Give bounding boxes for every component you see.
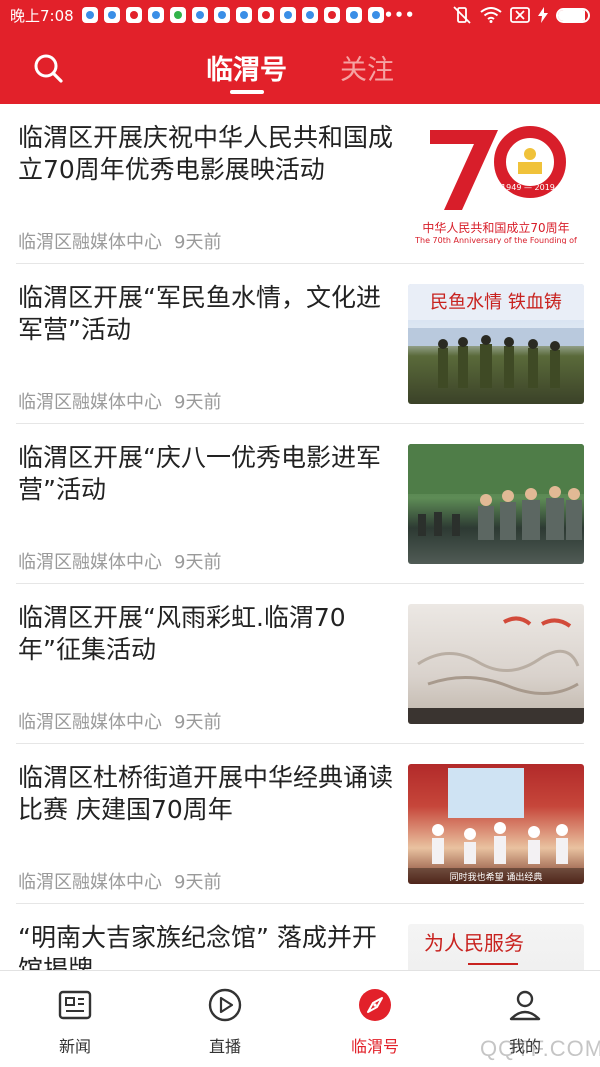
- nav-item-linwei-hao[interactable]: 临渭号: [300, 971, 450, 1067]
- app-notification-icon: [345, 7, 362, 23]
- active-tab-indicator: [230, 90, 264, 94]
- status-bar: 晚上7:08 •••: [0, 0, 600, 30]
- item-title: 临渭区开展“庆八一优秀电影进军营”活动: [18, 443, 381, 504]
- app-notification-icon: [213, 7, 230, 23]
- search-icon[interactable]: [30, 50, 66, 86]
- battery-icon: [556, 7, 590, 23]
- nav-label: 新闻: [58, 1037, 91, 1056]
- item-meta: 临渭区融媒体中心 9天前: [18, 708, 221, 734]
- more-notifications-icon: •••: [383, 6, 416, 24]
- thumb-caption: 同时我也希望 诵出经典: [450, 871, 543, 883]
- item-title: “明南大吉家族纪念馆” 落成并开馆揭牌: [18, 923, 377, 970]
- nav-item-news[interactable]: 新闻: [0, 971, 150, 1067]
- app-notification-icon: [125, 7, 142, 23]
- thumb-banner: 民鱼水情 铁血铸: [430, 292, 562, 313]
- thumb-caption-en: The 70th Anniversary of the Founding of: [414, 236, 577, 244]
- anniversary-70-logo: 1949 — 2019 中华人民共和国成立70周年 The 70th Anniv…: [414, 126, 577, 244]
- item-source: 临渭区融媒体中心: [18, 392, 162, 413]
- item-thumbnail: 1949 — 2019 中华人民共和国成立70周年 The 70th Anniv…: [408, 124, 584, 244]
- item-title: 临渭区杜桥街道开展中华经典诵读比赛 庆建国70周年: [18, 763, 394, 824]
- app-notification-icon: [257, 7, 274, 23]
- list-item[interactable]: 临渭区开展庆祝中华人民共和国成立70周年优秀电影展映活动 临渭区融媒体中心 9天前…: [16, 104, 584, 264]
- item-source: 临渭区融媒体中心: [18, 232, 162, 253]
- play-icon: [208, 988, 242, 1022]
- compass-icon: [359, 989, 391, 1021]
- list-item[interactable]: 临渭区开展“庆八一优秀电影进军营”活动 临渭区融媒体中心 9天前: [16, 424, 584, 584]
- item-title: 临渭区开展“风雨彩虹.临渭70年”征集活动: [18, 603, 346, 664]
- memorial-hall-photo: 为人民服务: [424, 931, 524, 965]
- nav-item-live[interactable]: 直播: [150, 971, 300, 1067]
- watermark: QQTF.COM: [480, 1036, 600, 1061]
- item-source: 临渭区融媒体中心: [18, 552, 162, 573]
- item-title: 临渭区开展“军民鱼水情，文化进军营”活动: [18, 283, 381, 344]
- item-source: 临渭区融媒体中心: [18, 712, 162, 733]
- top-header: 临渭号 关注: [0, 30, 600, 104]
- no-sim-icon: [510, 7, 530, 23]
- app-notification-icon: [147, 7, 164, 23]
- nav-label: 直播: [208, 1037, 241, 1056]
- item-thumbnail: [408, 604, 584, 724]
- item-time: 9天前: [174, 552, 222, 573]
- thumb-years: 1949 — 2019: [501, 183, 555, 192]
- item-title: 临渭区开展庆祝中华人民共和国成立70周年优秀电影展映活动: [18, 123, 394, 184]
- audience-photo: [408, 444, 584, 540]
- notification-icons: [81, 7, 384, 23]
- tab-linwei-hao[interactable]: 临渭号: [206, 48, 287, 87]
- charging-icon: [538, 7, 548, 23]
- vibrate-icon: [453, 6, 471, 24]
- soldiers-photo: 民鱼水情 铁血铸: [408, 284, 584, 388]
- app-notification-icon: [279, 7, 296, 23]
- status-time: 晚上7:08: [10, 6, 74, 25]
- tab-follow[interactable]: 关注: [340, 48, 394, 87]
- mural-photo: [408, 616, 584, 724]
- list-item[interactable]: 临渭区开展“军民鱼水情，文化进军营”活动 临渭区融媒体中心 9天前 民鱼水情 铁血…: [16, 264, 584, 424]
- list-item[interactable]: 临渭区开展“风雨彩虹.临渭70年”征集活动 临渭区融媒体中心 9天前: [16, 584, 584, 744]
- app-notification-icon: [235, 7, 252, 23]
- item-thumbnail: 民鱼水情 铁血铸: [408, 284, 584, 404]
- app-notification-icon: [191, 7, 208, 23]
- person-icon: [509, 990, 541, 1021]
- thumb-caption: 中华人民共和国成立70周年: [422, 220, 569, 235]
- item-meta: 临渭区融媒体中心 9天前: [18, 388, 221, 414]
- recital-photo: 同时我也希望 诵出经典: [408, 768, 584, 884]
- item-meta: 临渭区融媒体中心 9天前: [18, 228, 221, 254]
- app-notification-icon: [103, 7, 120, 23]
- news-feed[interactable]: 临渭区开展庆祝中华人民共和国成立70周年优秀电影展映活动 临渭区融媒体中心 9天前…: [0, 104, 600, 970]
- battery-level: [558, 9, 585, 21]
- item-thumbnail: 为人民服务: [408, 924, 584, 970]
- list-item[interactable]: 临渭区杜桥街道开展中华经典诵读比赛 庆建国70周年 临渭区融媒体中心 9天前 同时…: [16, 744, 584, 904]
- item-meta: 临渭区融媒体中心 9天前: [18, 548, 221, 574]
- item-time: 9天前: [174, 872, 222, 893]
- list-item[interactable]: “明南大吉家族纪念馆” 落成并开馆揭牌 为人民服务: [16, 904, 584, 970]
- news-icon: [58, 990, 92, 1020]
- app-notification-icon: [81, 7, 98, 23]
- app-notification-icon: [367, 7, 384, 23]
- item-time: 9天前: [174, 712, 222, 733]
- wifi-icon: [480, 7, 502, 23]
- thumb-banner: 为人民服务: [424, 931, 524, 955]
- item-time: 9天前: [174, 232, 222, 253]
- app-notification-icon: [323, 7, 340, 23]
- item-meta: 临渭区融媒体中心 9天前: [18, 868, 221, 894]
- item-thumbnail: 同时我也希望 诵出经典: [408, 764, 584, 884]
- item-source: 临渭区融媒体中心: [18, 872, 162, 893]
- app-notification-icon: [301, 7, 318, 23]
- app-notification-icon: [169, 7, 186, 23]
- nav-label: 临渭号: [350, 1037, 399, 1056]
- item-thumbnail: [408, 444, 584, 564]
- item-time: 9天前: [174, 392, 222, 413]
